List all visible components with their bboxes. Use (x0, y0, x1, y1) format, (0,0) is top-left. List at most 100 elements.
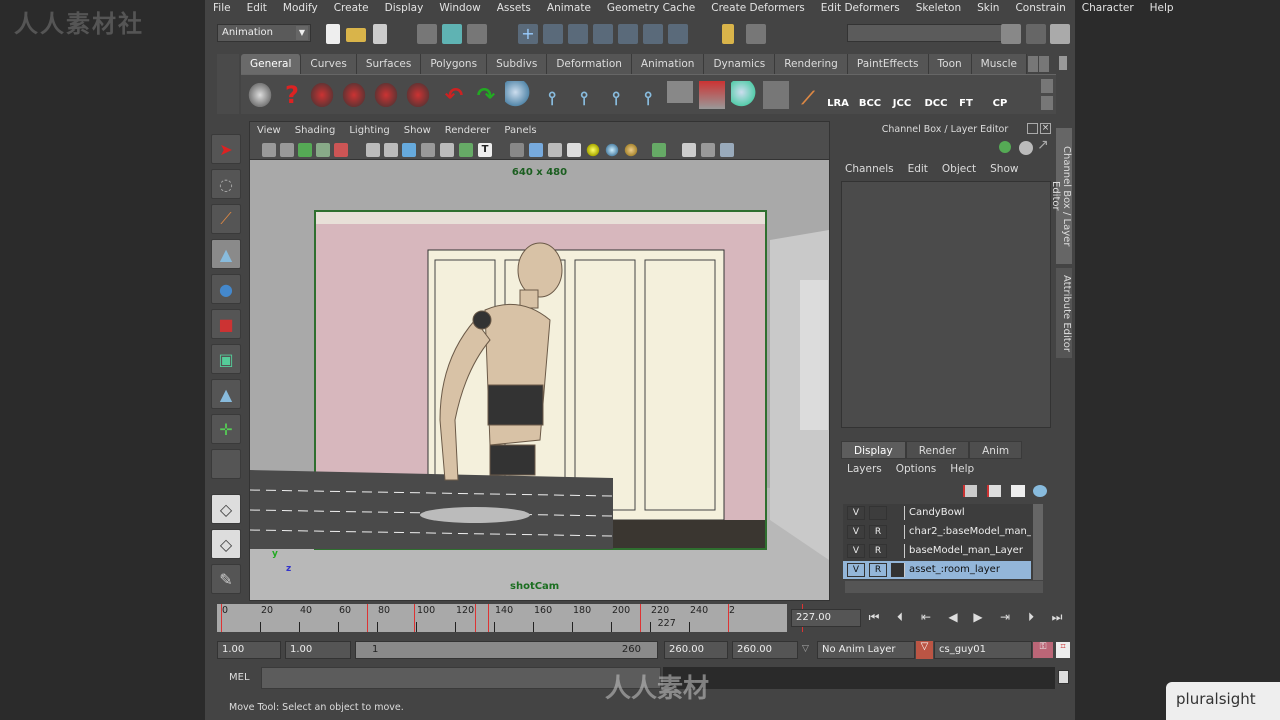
menu-create[interactable]: Create (326, 0, 377, 18)
step-forward-key-button[interactable]: ⇥ (994, 610, 1016, 624)
hierarchy-icon-3[interactable]: ⫯ (603, 81, 629, 109)
last-tool-slot[interactable] (211, 449, 241, 479)
shelf-scroll-up-button[interactable] (1041, 79, 1053, 93)
menu-display[interactable]: Display (377, 0, 432, 18)
snap-point-icon[interactable] (568, 24, 588, 44)
new-scene-icon[interactable] (326, 24, 340, 44)
layer-menu-help[interactable]: Help (950, 463, 988, 475)
scale-tool-icon[interactable]: ■ (211, 309, 241, 339)
ft-icon[interactable]: FT (953, 81, 979, 109)
trash-icon[interactable] (1059, 56, 1067, 70)
layer-type-toggle[interactable] (869, 506, 887, 520)
character-set-field[interactable]: cs_guy01 (934, 641, 1032, 659)
new-light-layer-icon[interactable] (1011, 485, 1025, 497)
paint-brush-icon[interactable]: ⟋ (795, 81, 821, 109)
layer-vertical-scrollbar[interactable] (1033, 504, 1043, 580)
cube-grid-icon[interactable] (763, 81, 789, 109)
bcc-icon[interactable]: BCC (857, 81, 883, 109)
move-tool-icon[interactable]: ▲ (211, 239, 241, 269)
menu-animate[interactable]: Animate (539, 0, 599, 18)
viewport-panel[interactable]: View Shading Lighting Show Renderer Pane… (249, 121, 830, 601)
open-scene-icon[interactable] (346, 28, 366, 42)
shelf-tab-polygons[interactable]: Polygons (421, 54, 488, 74)
shelf-tab-animation[interactable]: Animation (631, 54, 705, 74)
outliner-layout-icon[interactable]: ✎ (211, 564, 241, 594)
channel-menu-edit[interactable]: Edit (908, 163, 942, 175)
current-time-field[interactable]: 227.00 (791, 609, 861, 627)
wireframe-on-shaded-icon[interactable] (548, 143, 562, 157)
step-forward-frame-button[interactable]: ⏵ (1020, 610, 1042, 625)
help-icon[interactable]: ? (279, 81, 305, 109)
camera-attributes-icon[interactable] (280, 143, 294, 157)
float-panel-button[interactable] (1027, 123, 1038, 134)
shelf-tab-toon[interactable]: Toon (928, 54, 972, 74)
side-tab-attribute-editor[interactable]: Attribute Editor (1056, 268, 1072, 358)
channel-menu-object[interactable]: Object (942, 163, 990, 175)
hierarchy-icon-4[interactable]: ⫯ (635, 81, 661, 109)
new-object-layer-icon[interactable] (1033, 485, 1047, 497)
pie-icon[interactable] (1019, 141, 1033, 155)
snap-grid-icon[interactable]: + (518, 24, 538, 44)
go-to-end-button[interactable]: ⏭ (1046, 610, 1068, 625)
new-layer-selected-icon[interactable] (987, 485, 1001, 497)
anim-layer-dropdown[interactable]: No Anim Layer (817, 641, 915, 659)
camera-aim-up-icon[interactable] (373, 81, 399, 109)
image-plane-icon[interactable] (316, 143, 330, 157)
menu-assets[interactable]: Assets (489, 0, 539, 18)
rotate-tool-icon[interactable]: ● (211, 274, 241, 304)
jcc-icon[interactable]: JCC (889, 81, 915, 109)
axis-icon[interactable] (999, 141, 1011, 153)
layer-menu-layers[interactable]: Layers (847, 463, 896, 475)
auto-key-button[interactable]: ⚿ (1033, 642, 1053, 658)
snap-view-plane-icon[interactable] (593, 24, 613, 44)
field-chart-icon[interactable] (440, 143, 454, 157)
layer-visibility-toggle[interactable]: V (847, 506, 865, 520)
viewport-menu-lighting[interactable]: Lighting (342, 122, 396, 140)
time-slider[interactable]: 0 20 40 60 80 100 120 140 160 180 200 220 240 2 227 (217, 604, 804, 632)
layer-row-selected[interactable]: V R asset_:room_layer (843, 561, 1031, 579)
select-by-object-icon[interactable] (442, 24, 462, 44)
soft-mod-tool-icon[interactable]: ▲ (211, 379, 241, 409)
layer-color-swatch[interactable] (891, 544, 905, 558)
arrow-icon[interactable]: ↗ (1037, 137, 1049, 153)
menu-character[interactable]: Character (1074, 0, 1142, 18)
mel-input[interactable] (261, 667, 661, 689)
close-panel-button[interactable]: × (1040, 123, 1051, 134)
safe-title-icon[interactable]: T (478, 143, 492, 157)
snap-particles-icon[interactable] (643, 24, 663, 44)
layer-row[interactable]: V CandyBowl (843, 504, 1031, 522)
layer-color-swatch[interactable] (891, 506, 905, 520)
bookmark-icon[interactable] (298, 143, 312, 157)
camera-move-icon[interactable] (405, 81, 431, 109)
snap-live-icon[interactable] (618, 24, 638, 44)
manipulator-tool-icon[interactable]: ▣ (211, 344, 241, 374)
menu-skeleton[interactable]: Skeleton (908, 0, 969, 18)
select-by-component-icon[interactable] (467, 24, 487, 44)
lra-icon[interactable]: LRA (825, 81, 851, 109)
layer-visibility-toggle[interactable]: V (847, 544, 865, 558)
grid-icon[interactable] (366, 143, 380, 157)
shelf-handle[interactable] (217, 54, 239, 114)
tool-settings-toggle-icon[interactable] (1026, 24, 1046, 44)
menu-edit-deformers[interactable]: Edit Deformers (813, 0, 908, 18)
shelf-scroll-down-button[interactable] (1041, 96, 1053, 110)
current-frame-marker[interactable]: 227 (658, 618, 676, 629)
snap-curve-icon[interactable] (543, 24, 563, 44)
shelf-scroll-right-button[interactable] (1039, 56, 1049, 72)
channel-menu-channels[interactable]: Channels (845, 163, 908, 175)
green-arrow-icon[interactable]: ↷ (473, 81, 499, 109)
wireframe-icon[interactable] (510, 143, 524, 157)
select-red-icon[interactable] (699, 81, 725, 109)
shelf-tab-rendering[interactable]: Rendering (775, 54, 848, 74)
save-scene-icon[interactable] (373, 24, 387, 44)
play-forwards-button[interactable]: ▶ (967, 610, 989, 624)
layer-visibility-toggle[interactable]: V (847, 525, 865, 539)
snap-magnet-icon[interactable] (668, 24, 688, 44)
hierarchy-icon-1[interactable]: ⫯ (539, 81, 565, 109)
shelf-scroll-left-button[interactable] (1028, 56, 1038, 72)
show-manipulator-icon[interactable]: ✛ (211, 414, 241, 444)
two-d-pan-icon[interactable] (334, 143, 348, 157)
four-view-layout-icon[interactable]: ◇ (211, 529, 241, 559)
layer-type-toggle[interactable]: R (869, 544, 887, 558)
select-tool-icon[interactable]: ➤ (211, 134, 241, 164)
